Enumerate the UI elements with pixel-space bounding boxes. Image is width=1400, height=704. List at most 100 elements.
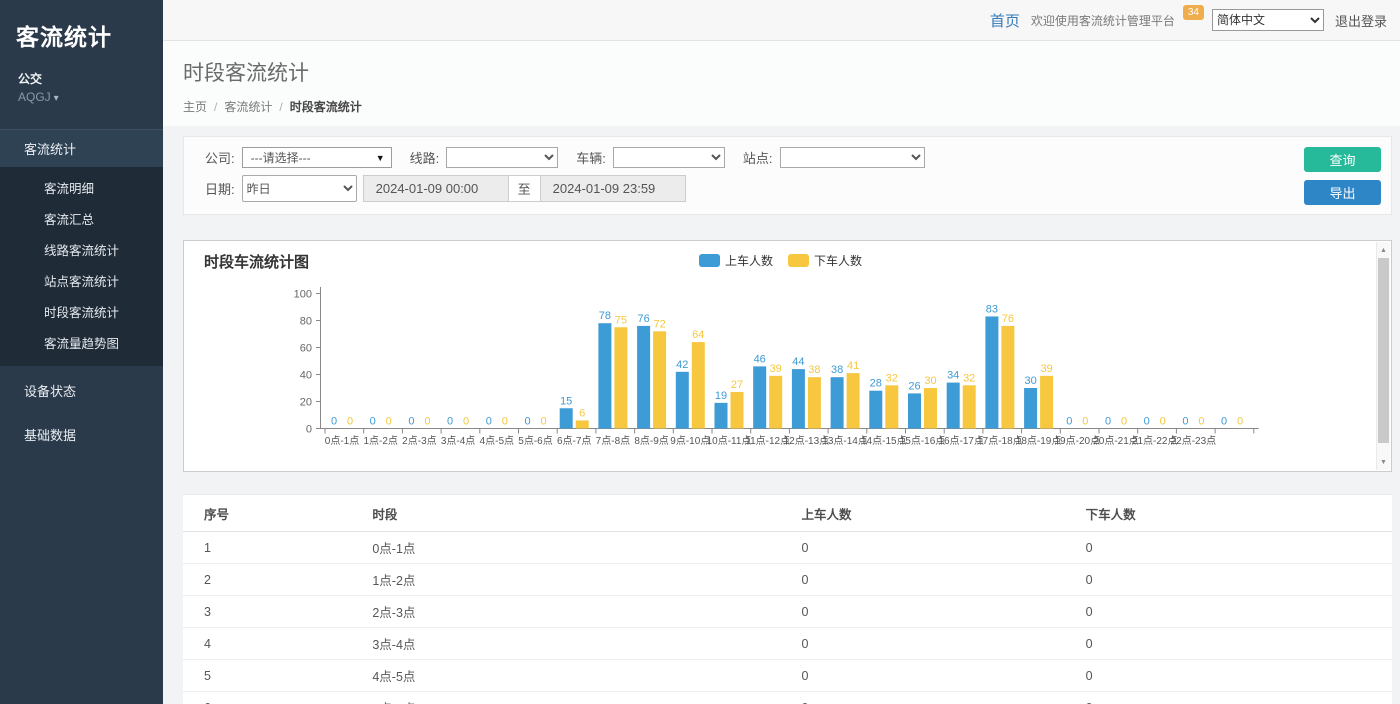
filter-panel: 公司: ---请选择--- ▼ 线路: 车辆:: [183, 136, 1392, 215]
svg-text:38: 38: [808, 364, 820, 376]
table-cell: 2点-3点: [364, 596, 793, 628]
legend-label: 上车人数: [725, 252, 773, 269]
svg-text:80: 80: [300, 316, 312, 328]
svg-text:0: 0: [370, 416, 376, 428]
svg-text:0: 0: [447, 416, 453, 428]
svg-text:60: 60: [300, 343, 312, 355]
sidebar-submenu: 客流明细客流汇总线路客流统计站点客流统计时段客流统计客流量趋势图: [0, 167, 163, 366]
svg-text:20: 20: [300, 397, 312, 409]
svg-text:0: 0: [486, 416, 492, 428]
sidebar-menu: 客流统计 客流明细客流汇总线路客流统计站点客流统计时段客流统计客流量趋势图 设备…: [0, 129, 163, 454]
sidebar-item-base-data[interactable]: 基础数据: [0, 415, 163, 454]
org-code-dropdown[interactable]: AQGJ▾: [0, 89, 163, 105]
main-area: 首页 欢迎使用客流统计管理平台 34 简体中文 退出登录 时段客流统计 主页 / 客…: [163, 0, 1400, 704]
date-label: 日期:: [205, 179, 235, 198]
svg-text:0: 0: [1182, 416, 1188, 428]
table-column-header: 上车人数: [794, 495, 1078, 532]
scrollbar-thumb[interactable]: [1378, 258, 1389, 443]
svg-text:0: 0: [424, 416, 430, 428]
page-header: 时段客流统计 主页/客流统计/时段客流统计: [163, 41, 1400, 131]
station-select[interactable]: [780, 147, 925, 168]
svg-text:26: 26: [908, 380, 920, 392]
sidebar-subitem[interactable]: 站点客流统计: [0, 265, 163, 296]
legend-swatch: [699, 254, 720, 267]
svg-text:0: 0: [540, 416, 546, 428]
topbar: 首页 欢迎使用客流统计管理平台 34 简体中文 退出登录: [163, 0, 1400, 41]
svg-text:0: 0: [1066, 416, 1072, 428]
table-column-header: 时段: [364, 495, 793, 532]
dropdown-arrow-icon: ▼: [376, 153, 385, 163]
sidebar-item-device-status[interactable]: 设备状态: [0, 371, 163, 410]
caret-down-icon: ▾: [54, 93, 59, 104]
query-button[interactable]: 查询: [1304, 147, 1381, 172]
svg-text:32: 32: [963, 372, 975, 384]
table-cell: 0: [1078, 628, 1392, 660]
svg-text:6点-7点: 6点-7点: [557, 435, 591, 447]
table-cell: 4: [183, 628, 364, 660]
export-button[interactable]: 导出: [1304, 180, 1381, 205]
table-cell: 2: [183, 564, 364, 596]
org-name: 公交: [0, 56, 163, 89]
table-cell: 0: [794, 692, 1078, 704]
table-cell: 0: [794, 532, 1078, 564]
sidebar-subitem[interactable]: 客流明细: [0, 172, 163, 203]
svg-text:41: 41: [847, 360, 859, 372]
svg-text:39: 39: [770, 363, 782, 375]
app-title: 客流统计: [0, 0, 163, 56]
legend-swatch: [788, 254, 809, 267]
welcome-text: 欢迎使用客流统计管理平台: [1031, 12, 1175, 29]
svg-text:0: 0: [1160, 416, 1166, 428]
svg-text:0: 0: [524, 416, 530, 428]
content: 公司: ---请选择--- ▼ 线路: 车辆:: [163, 126, 1400, 704]
svg-text:27: 27: [731, 379, 743, 391]
table-cell: 5: [183, 660, 364, 692]
legend-label: 下车人数: [814, 252, 862, 269]
company-select[interactable]: ---请选择--- ▼: [242, 147, 392, 168]
bar-chart: 020406080100000点-1点001点-2点002点-3点003点-4点…: [279, 278, 1269, 450]
vehicle-select[interactable]: [613, 147, 725, 168]
home-link[interactable]: 首页: [990, 10, 1020, 31]
line-select[interactable]: [446, 147, 558, 168]
table-header-row: 序号时段上车人数下车人数: [183, 495, 1392, 532]
breadcrumb-item[interactable]: 主页: [183, 100, 207, 114]
sidebar-subitem[interactable]: 客流量趋势图: [0, 327, 163, 358]
chart-scrollbar[interactable]: ▲ ▼: [1376, 242, 1390, 470]
svg-text:0: 0: [1144, 416, 1150, 428]
table-row: 65点-6点00: [183, 692, 1392, 704]
page-title: 时段客流统计: [183, 57, 1380, 87]
date-start-input[interactable]: 2024-01-09 00:00: [363, 175, 509, 202]
logout-link[interactable]: 退出登录: [1335, 11, 1387, 30]
svg-text:0: 0: [1105, 416, 1111, 428]
language-select[interactable]: 简体中文: [1212, 9, 1324, 31]
sidebar-item-passenger-stats[interactable]: 客流统计: [0, 129, 163, 167]
sidebar-subitem[interactable]: 线路客流统计: [0, 234, 163, 265]
date-preset-select[interactable]: 昨日: [242, 175, 357, 202]
table-row: 43点-4点00: [183, 628, 1392, 660]
svg-text:42: 42: [676, 359, 688, 371]
svg-text:44: 44: [792, 356, 804, 368]
notification-badge[interactable]: 34: [1183, 5, 1204, 20]
table-cell: 1: [183, 532, 364, 564]
svg-text:22点-23点: 22点-23点: [1171, 435, 1217, 447]
table-cell: 0: [1078, 596, 1392, 628]
sidebar-subitem[interactable]: 客流汇总: [0, 203, 163, 234]
svg-text:0: 0: [331, 416, 337, 428]
line-label: 线路:: [410, 148, 440, 167]
svg-text:19: 19: [715, 390, 727, 402]
legend-item[interactable]: 上车人数: [699, 252, 773, 269]
date-end-input[interactable]: 2024-01-09 23:59: [540, 175, 686, 202]
legend-item[interactable]: 下车人数: [788, 252, 862, 269]
table-cell: 0点-1点: [364, 532, 793, 564]
data-table-panel: 序号时段上车人数下车人数 10点-1点0021点-2点0032点-3点0043点…: [183, 494, 1392, 704]
scroll-up-icon[interactable]: ▲: [1377, 243, 1390, 257]
svg-text:8点-9点: 8点-9点: [634, 435, 668, 447]
svg-text:0: 0: [1237, 416, 1243, 428]
table-cell: 3点-4点: [364, 628, 793, 660]
breadcrumb-separator: /: [214, 100, 217, 114]
sidebar-subitem[interactable]: 时段客流统计: [0, 296, 163, 327]
svg-text:5点-6点: 5点-6点: [518, 435, 552, 447]
svg-text:6: 6: [579, 407, 585, 419]
scroll-down-icon[interactable]: ▼: [1377, 455, 1390, 469]
breadcrumb-item[interactable]: 客流统计: [224, 100, 272, 114]
chart-legend: 上车人数 下车人数: [184, 252, 1377, 269]
